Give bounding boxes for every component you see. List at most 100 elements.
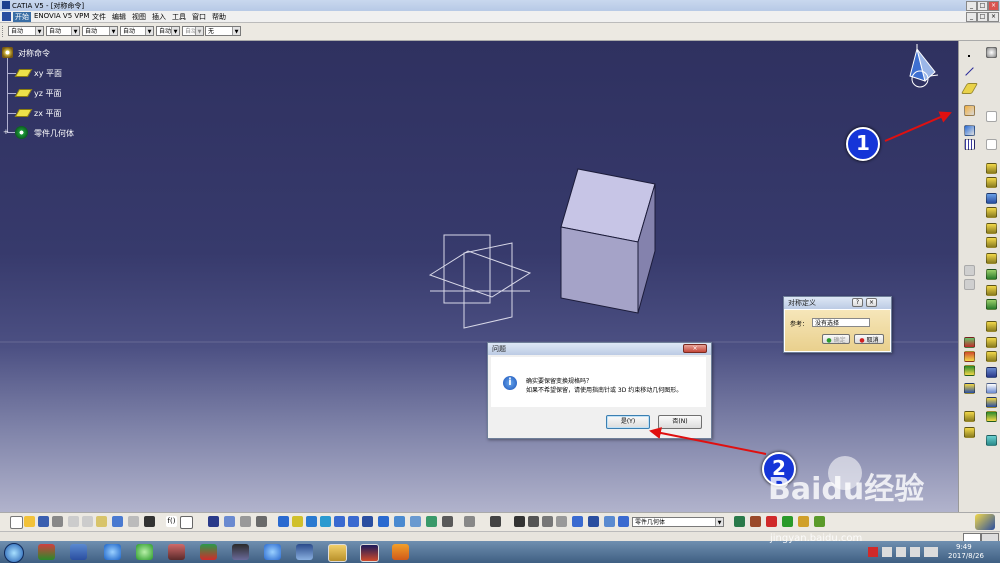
hide-show-icon[interactable]: [426, 516, 437, 527]
update-icon[interactable]: [256, 516, 267, 527]
body-icon[interactable]: [618, 516, 629, 527]
layer-stack-icon[interactable]: [604, 516, 615, 527]
snapshot-icon[interactable]: [464, 516, 475, 527]
symmetry-icon[interactable]: [964, 105, 975, 116]
capture-icon[interactable]: [490, 516, 501, 527]
tray-icons[interactable]: [868, 547, 938, 557]
pattern-icon[interactable]: [986, 397, 997, 408]
taskbar-app-9[interactable]: [296, 544, 313, 560]
taskbar-app-7[interactable]: [232, 544, 249, 560]
undo-icon[interactable]: [112, 516, 123, 527]
loft-icon[interactable]: [986, 285, 997, 296]
taskbar-app-5[interactable]: [168, 544, 185, 560]
menu-window[interactable]: 窗口: [192, 12, 206, 22]
clock-date[interactable]: 2017/8/26: [948, 552, 984, 560]
reorder-icon[interactable]: [224, 516, 235, 527]
stiffener-icon[interactable]: [986, 269, 997, 280]
shell-icon[interactable]: [986, 351, 997, 362]
line-icon[interactable]: [965, 67, 974, 76]
boolean-add-icon[interactable]: [964, 337, 975, 348]
rotate-icon[interactable]: [964, 383, 975, 394]
save-icon[interactable]: [38, 516, 49, 527]
menu-enovia[interactable]: ENOVIA V5 VPM: [34, 12, 89, 20]
taskbar-app-1[interactable]: [38, 544, 55, 560]
rules-icon[interactable]: [798, 516, 809, 527]
taskbar-catia-icon[interactable]: [360, 544, 379, 562]
taskbar-media-icon[interactable]: [392, 544, 409, 560]
new-icon[interactable]: [10, 516, 23, 529]
rendering-style-combo[interactable]: 自动 ▼: [182, 26, 204, 36]
measure-between-icon[interactable]: [514, 516, 525, 527]
fill-color-combo[interactable]: 自动 ▼: [8, 26, 44, 36]
thickness-icon[interactable]: [964, 365, 975, 376]
geometry-viewport[interactable]: 对称命令 xy 平面 yz 平面 zx 平面 + 零件几何体 对称定义 ? × …: [0, 41, 958, 512]
fit-all-icon[interactable]: [292, 516, 303, 527]
draft-icon[interactable]: [986, 337, 997, 348]
apply-material-icon[interactable]: [766, 516, 777, 527]
measure-item-icon[interactable]: [528, 516, 539, 527]
copy-icon[interactable]: [82, 516, 93, 527]
zoom-out-icon[interactable]: [348, 516, 359, 527]
doc-restore-button[interactable]: □: [977, 12, 988, 22]
iso-view-icon[interactable]: [394, 516, 405, 527]
taskbar-ie-icon[interactable]: [104, 544, 121, 560]
pan-icon[interactable]: [306, 516, 317, 527]
boolean-remove-icon[interactable]: [964, 351, 975, 362]
scale-icon[interactable]: [964, 411, 975, 422]
split-icon[interactable]: [986, 411, 997, 422]
zoom-in-icon[interactable]: [334, 516, 345, 527]
cut-icon[interactable]: [68, 516, 79, 527]
print-icon[interactable]: [52, 516, 63, 527]
mirror-icon[interactable]: [986, 383, 997, 394]
taskbar-explorer-icon[interactable]: [328, 544, 347, 562]
redo-icon[interactable]: [128, 516, 139, 527]
thread-icon[interactable]: [986, 367, 997, 378]
thick-surface-icon[interactable]: [964, 427, 975, 438]
line-type-combo[interactable]: 自动 ▼: [120, 26, 154, 36]
part-icon[interactable]: [240, 516, 251, 527]
menu-tools[interactable]: 工具: [172, 12, 186, 22]
catalog-browser-icon[interactable]: [734, 516, 745, 527]
material-icon[interactable]: [750, 516, 761, 527]
minimize-button[interactable]: _: [966, 1, 977, 11]
menu-file[interactable]: 文件: [92, 12, 106, 22]
line-thickness-combo[interactable]: 自动 ▼: [82, 26, 118, 36]
edit-icon[interactable]: [986, 139, 997, 150]
multi-view-icon[interactable]: [378, 516, 389, 527]
shading-icon[interactable]: [410, 516, 421, 527]
swap-space-icon[interactable]: [442, 516, 453, 527]
menu-help[interactable]: 帮助: [212, 12, 226, 22]
units-icon[interactable]: [556, 516, 567, 527]
paste-icon[interactable]: [96, 516, 107, 527]
axis-system-icon[interactable]: [964, 125, 975, 136]
measure-inertia-icon[interactable]: [542, 516, 553, 527]
hole-icon[interactable]: [986, 223, 997, 234]
pad-icon[interactable]: [986, 163, 997, 174]
tools-icon[interactable]: [572, 516, 583, 527]
taskbar-app-2[interactable]: [70, 544, 87, 560]
chamfer-icon[interactable]: [986, 321, 997, 332]
point-type-combo[interactable]: 自动 ▼: [156, 26, 180, 36]
whats-this-icon[interactable]: [144, 516, 155, 527]
transparency-combo[interactable]: 自动 ▼: [46, 26, 80, 36]
menu-view[interactable]: 视图: [132, 12, 146, 22]
groove-icon[interactable]: [986, 207, 997, 218]
rotate-view-icon[interactable]: [320, 516, 331, 527]
slot-icon[interactable]: [986, 253, 997, 264]
select-arrow-icon[interactable]: [986, 111, 997, 122]
menu-start[interactable]: 开始: [13, 12, 31, 22]
menu-insert[interactable]: 插入: [152, 12, 166, 22]
analysis-icon[interactable]: [986, 435, 997, 446]
taskbar-app-6[interactable]: [200, 544, 217, 560]
point-icon[interactable]: [964, 51, 975, 62]
formula-icon[interactable]: f(): [166, 516, 177, 527]
knowledge-icon[interactable]: [782, 516, 793, 527]
fillet-icon[interactable]: [986, 299, 997, 310]
taskbar-app-4[interactable]: [136, 544, 153, 560]
taskbar-app-8[interactable]: [264, 544, 281, 560]
clock-time[interactable]: 9:49: [956, 543, 972, 551]
doc-close-button[interactable]: ×: [988, 12, 999, 22]
axis-icon[interactable]: [588, 516, 599, 527]
current-body-combo[interactable]: 零件几何体 ▼: [632, 517, 724, 527]
doc-minimize-button[interactable]: _: [966, 12, 977, 22]
